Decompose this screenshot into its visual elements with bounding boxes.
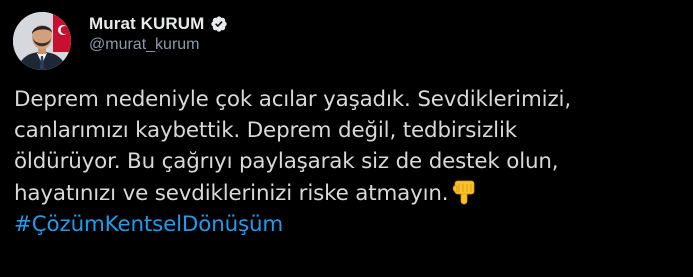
- hashtag-link[interactable]: #ÇözümKentselDönüşüm: [14, 209, 686, 240]
- tweet-text-line-content: hayatınızı ve sevdiklerinizi riske atmay…: [14, 180, 449, 206]
- tweet-text-line: öldürüyor. Bu çağrıyı paylaşarak siz de …: [14, 149, 559, 175]
- tweet-text-line: canlarımızı kaybettik. Deprem değil, ted…: [14, 118, 517, 144]
- author-name-row: Murat KURUM: [89, 14, 228, 34]
- profile-photo-icon: [13, 12, 71, 70]
- author-display-name[interactable]: Murat KURUM: [89, 14, 204, 34]
- author-avatar[interactable]: [13, 12, 71, 70]
- verified-badge-icon: [210, 15, 228, 33]
- tweet-text-line: Deprem nedeniyle çok acılar yaşadık. Sev…: [14, 87, 571, 112]
- author-handle[interactable]: @murat_kurum: [89, 36, 228, 54]
- tweet-text-line-last: hayatınızı ve sevdiklerinizi riske atmay…: [14, 178, 686, 209]
- tweet-text: Deprem nedeniyle çok acılar yaşadık. Sev…: [14, 84, 686, 240]
- tweet-card: Murat KURUM @murat_kurum Deprem nedeniyl…: [0, 0, 693, 277]
- backhand-index-pointing-down-icon: [452, 180, 476, 206]
- author-block: Murat KURUM @murat_kurum: [89, 14, 228, 54]
